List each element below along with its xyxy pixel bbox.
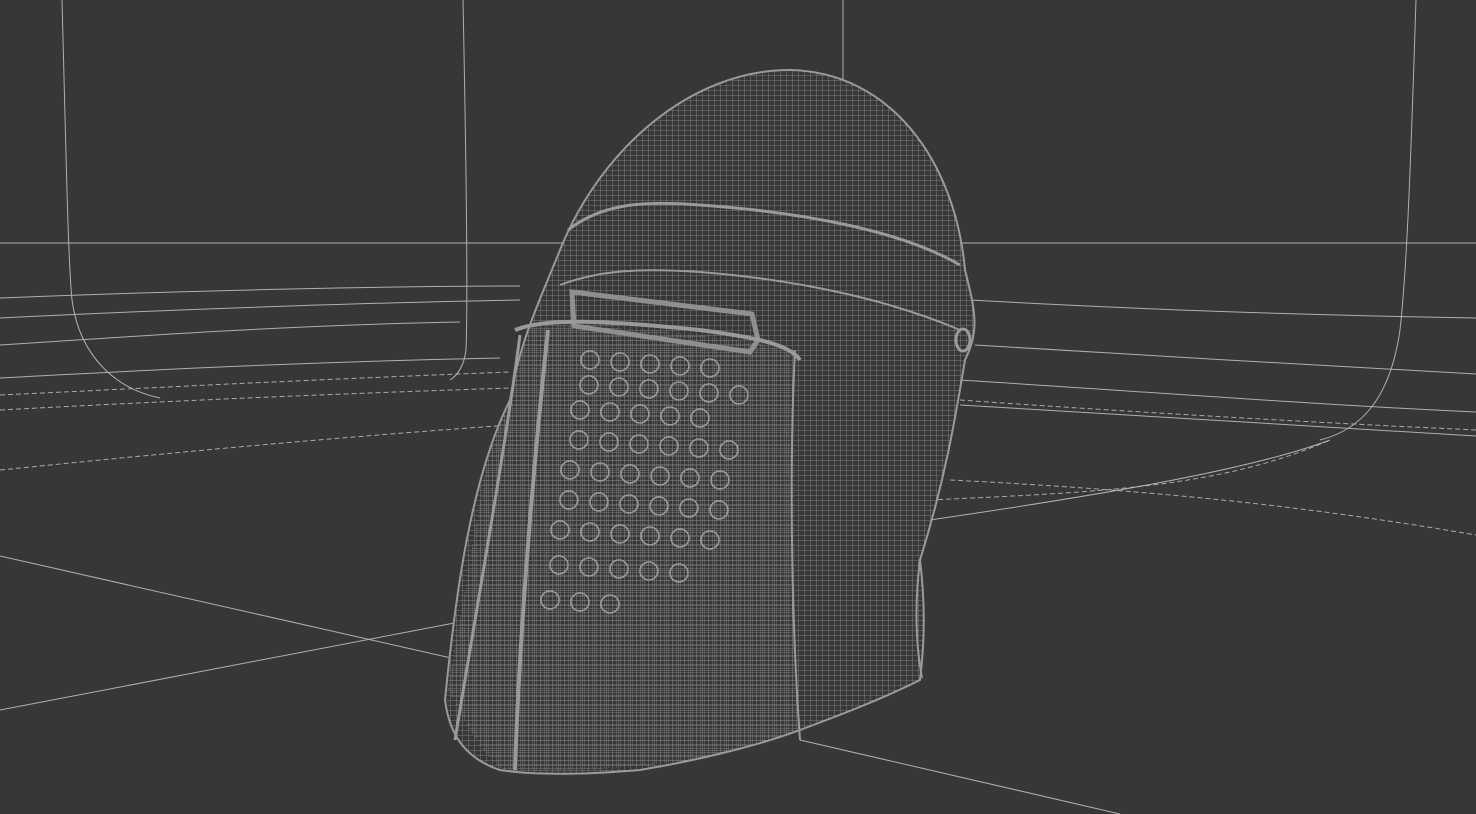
grid-line	[969, 299, 1476, 319]
grid-line	[959, 404, 1476, 437]
helmet-mesh	[445, 70, 975, 774]
grid-line-dashed	[959, 399, 1476, 431]
3d-viewport[interactable]	[0, 0, 1476, 814]
grid-line	[0, 619, 471, 711]
grid-line	[0, 321, 461, 346]
grid-line-dashed	[0, 371, 511, 396]
grid-line	[799, 739, 1121, 814]
grid-line	[449, 0, 468, 381]
grid-line	[0, 299, 521, 319]
grid-line	[974, 344, 1476, 375]
viewport-canvas[interactable]	[0, 0, 1476, 814]
grid-line-dashed	[0, 424, 511, 471]
grid-line	[61, 0, 161, 399]
grid-line	[1319, 0, 1417, 441]
grid-line	[0, 555, 461, 661]
grid-line	[0, 285, 521, 299]
grid-line-dashed	[949, 479, 1476, 536]
grid-line	[929, 439, 1331, 521]
grid-line	[959, 379, 1476, 413]
grid-line-dashed	[929, 439, 1331, 501]
